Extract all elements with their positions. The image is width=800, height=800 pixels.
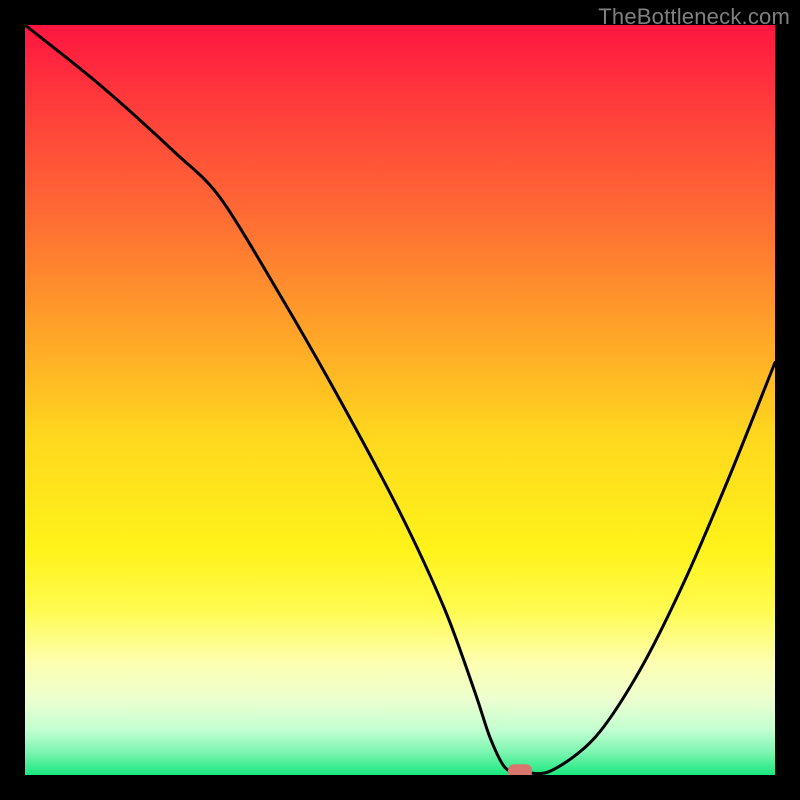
bottleneck-curve-chart [25, 25, 775, 775]
chart-frame: TheBottleneck.com [0, 0, 800, 800]
optimal-point-marker [508, 764, 532, 775]
plot-area [25, 25, 775, 775]
watermark-text: TheBottleneck.com [598, 4, 790, 30]
chart-background-gradient [25, 25, 775, 775]
